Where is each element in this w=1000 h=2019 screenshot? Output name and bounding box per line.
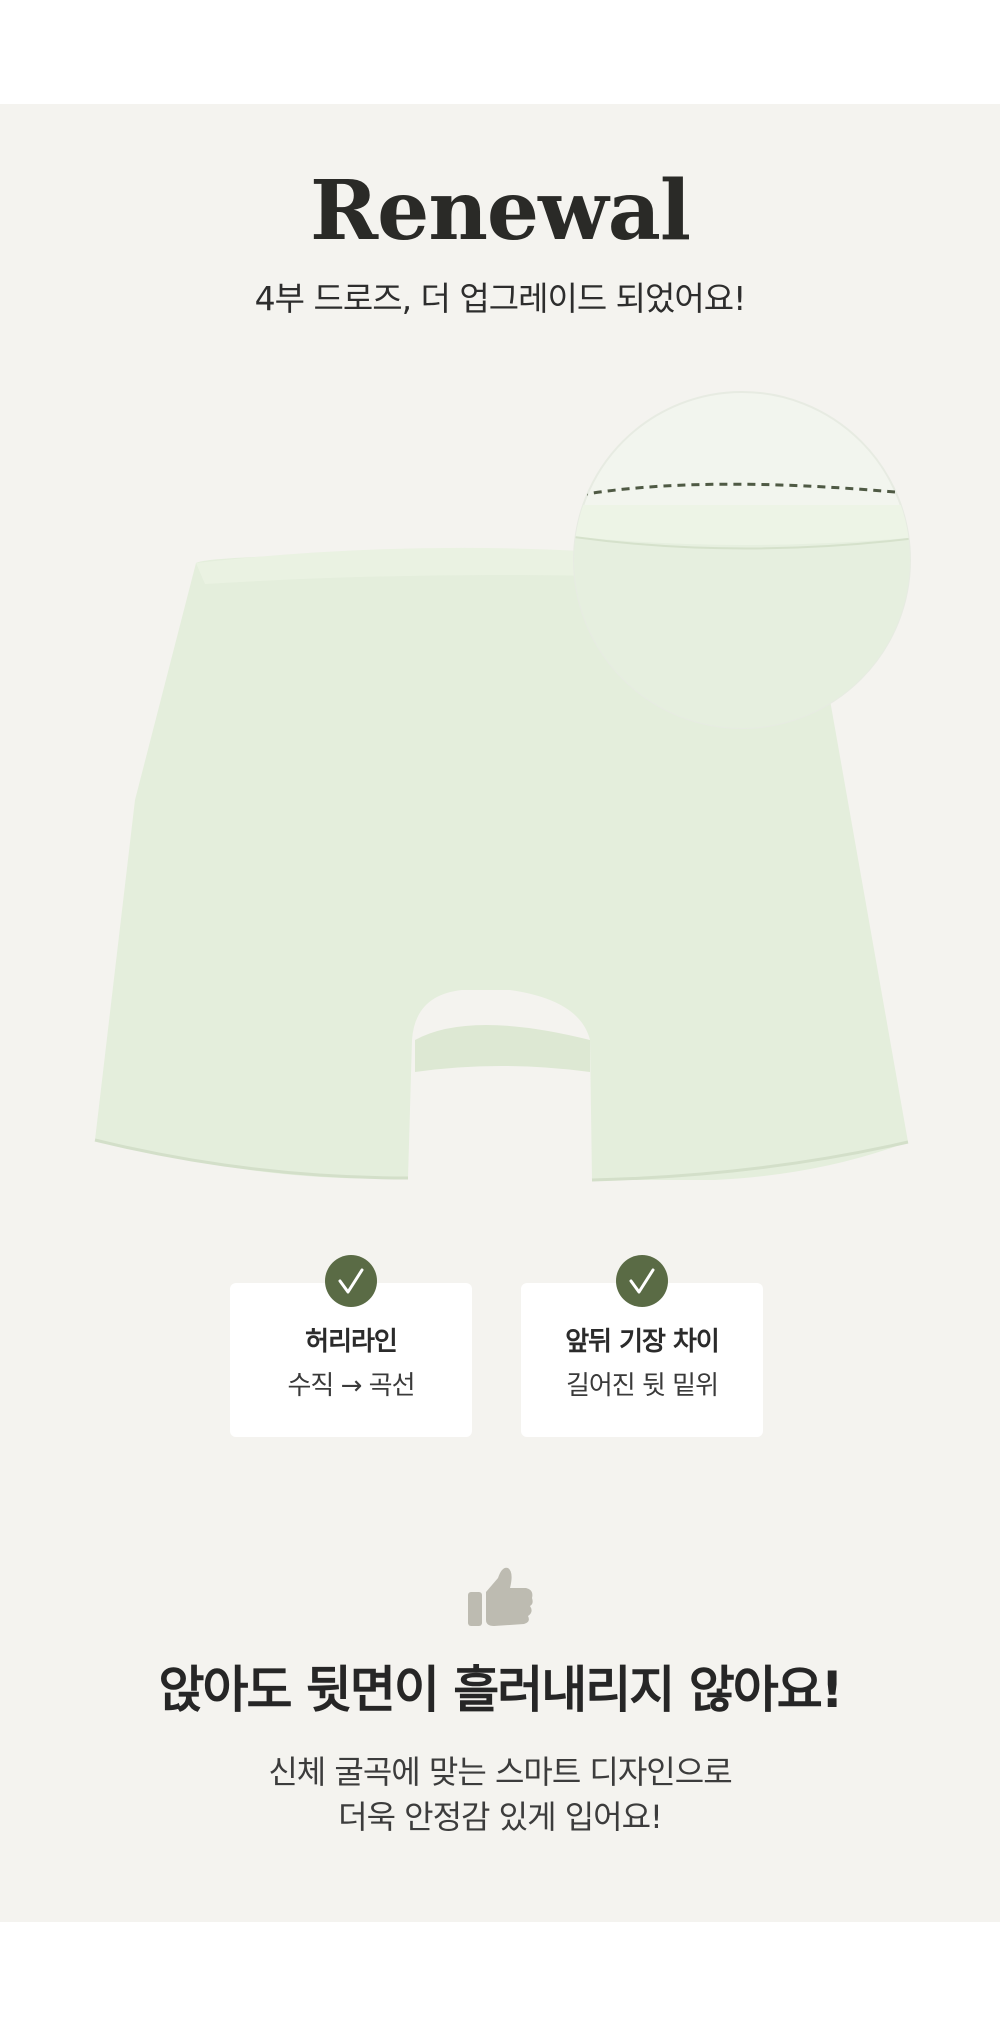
page-subtitle: 4부 드로즈, 더 업그레이드 되었어요! (254, 279, 747, 318)
page-title: Renewal (310, 163, 691, 259)
feature-desc: 길어진 뒷 밑위 (565, 1371, 719, 1401)
check-icon (616, 1255, 668, 1307)
feature-desc: 수직 → 곡선 (287, 1371, 416, 1401)
feature-title: 허리라인 (305, 1327, 398, 1357)
benefit-line-1: 신체 굴곡에 맞는 스마트 디자인으로 (268, 1753, 732, 1791)
shorts-seam (415, 1025, 590, 1072)
benefit-headline: 앉아도 뒷면이 흘러내리지 않아요! (158, 1661, 843, 1719)
thumbs-up-icon (468, 1567, 533, 1626)
benefit-line-2: 더욱 안정감 있게 입어요! (338, 1798, 663, 1836)
feature-title: 앞뒤 기장 차이 (565, 1327, 720, 1357)
product-image (94, 391, 911, 1182)
feature-cards: 허리라인 수직 → 곡선 앞뒤 기장 차이 길어진 뒷 밑위 (0, 1255, 1000, 1437)
check-icon (325, 1255, 377, 1307)
